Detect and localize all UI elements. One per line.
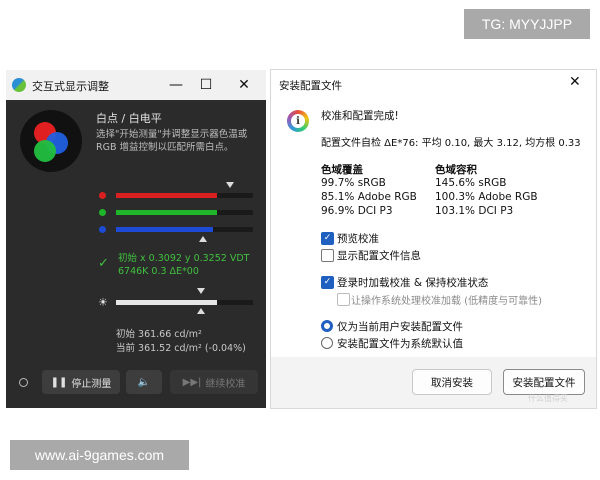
red-target-marker-icon xyxy=(226,182,234,188)
app-logo-icon xyxy=(12,78,26,92)
skip-forward-icon: ▶▶| xyxy=(182,376,202,388)
brightness-target-marker-icon xyxy=(197,288,205,294)
brightness-slider[interactable] xyxy=(116,300,253,305)
result-line-2: 6746K 0.3 ΔE*00 xyxy=(118,266,199,277)
gamut-coverage-row: 85.1% Adobe RGB xyxy=(321,191,417,203)
indicator-circle-icon xyxy=(19,378,28,387)
bottom-toolbar: ❚❚ 停止测量 🔈 ▶▶| 继续校准 xyxy=(12,368,262,398)
green-gain-fill xyxy=(116,210,218,215)
result-line-1: 初始 x 0.3092 y 0.3252 VDT xyxy=(118,253,250,264)
luminance-initial: 初始 361.66 cd/m² xyxy=(116,329,202,340)
rgb-bulb-icon xyxy=(20,110,82,172)
blue-gain-fill xyxy=(116,227,214,232)
system-default-radio[interactable] xyxy=(321,337,333,349)
blue-gain-slider[interactable] xyxy=(116,227,253,232)
measurement-result: 初始 x 0.3092 y 0.3252 VDT 6746K 0.3 ΔE*00 xyxy=(118,252,268,278)
brightness-current-marker-icon xyxy=(197,308,205,314)
load-on-login-checkbox[interactable]: ✓ xyxy=(321,276,334,289)
load-on-login-label: 登录时加载校准 & 保持校准状态 xyxy=(337,277,489,289)
minimize-button[interactable]: — xyxy=(166,75,186,95)
red-channel-dot-icon xyxy=(99,192,106,199)
gamut-volume-row: 100.3% Adobe RGB xyxy=(435,191,538,203)
luminance-readout: 初始 361.66 cd/m² 当前 361.52 cd/m² (-0.04%) xyxy=(116,328,246,356)
install-profile-dialog: 安装配置文件 ✕ i 校准和配置完成! 配置文件自检 ΔE*76: 平均 0.1… xyxy=(271,70,596,408)
current-user-radio[interactable] xyxy=(321,320,333,332)
stop-measure-button[interactable]: ❚❚ 停止测量 xyxy=(42,370,120,394)
sound-button[interactable]: 🔈 xyxy=(126,370,162,394)
check-icon: ✓ xyxy=(98,256,109,271)
cancel-install-button[interactable]: 取消安装 xyxy=(412,369,492,395)
dialog-title: 安装配置文件 xyxy=(279,80,342,92)
continue-calibration-button[interactable]: ▶▶| 继续校准 xyxy=(170,370,258,394)
brightness-fill xyxy=(116,300,218,305)
watermark-bottom: www.ai-9games.com xyxy=(10,440,189,470)
red-gain-fill xyxy=(116,193,218,198)
section-title: 白点 / 白电平 xyxy=(96,112,162,125)
close-button[interactable]: ✕ xyxy=(234,75,254,95)
current-user-label: 仅为当前用户安装配置文件 xyxy=(337,321,463,333)
gamut-coverage-header: 色域覆盖 xyxy=(321,164,363,176)
preview-calibration-checkbox[interactable]: ✓ xyxy=(321,232,334,245)
watermark-top: TG: MYYJJPP xyxy=(464,9,590,39)
window-title: 交互式显示调整 xyxy=(32,80,109,93)
preview-calibration-label: 预览校准 xyxy=(337,233,379,245)
green-gain-slider[interactable] xyxy=(116,210,253,215)
show-profile-info-checkbox[interactable] xyxy=(321,249,334,262)
speaker-icon: 🔈 xyxy=(137,376,151,388)
green-channel-dot-icon xyxy=(99,209,106,216)
show-profile-info-label: 显示配置文件信息 xyxy=(337,250,421,262)
maximize-button[interactable]: ☐ xyxy=(196,75,216,95)
blue-channel-dot-icon xyxy=(99,226,106,233)
source-credit: 什么值得买 xyxy=(528,394,568,403)
profile-self-check: 配置文件自检 ΔE*76: 平均 0.10, 最大 3.12, 均方根 0.33 xyxy=(321,138,581,149)
stop-measure-label: 停止测量 xyxy=(71,378,112,390)
dialog-title-bar: 安装配置文件 ✕ xyxy=(271,70,596,98)
continue-calibration-label: 继续校准 xyxy=(205,378,246,390)
install-profile-button[interactable]: 安装配置文件 xyxy=(503,369,585,395)
display-adjust-window: 交互式显示调整 — ☐ ✕ 白点 / 白电平 选择"开始测量"并调整显示器色温或… xyxy=(6,70,266,408)
info-icon: i xyxy=(287,110,309,132)
os-handle-loading-checkbox[interactable] xyxy=(337,293,350,306)
gamut-coverage-row: 96.9% DCI P3 xyxy=(321,205,393,217)
red-gain-slider[interactable] xyxy=(116,193,253,198)
system-default-label: 安装配置文件为系统默认值 xyxy=(337,338,463,350)
luminance-current: 当前 361.52 cd/m² (-0.04%) xyxy=(116,343,246,354)
title-bar: 交互式显示调整 — ☐ ✕ xyxy=(6,70,266,100)
brightness-icon: ☀ xyxy=(98,296,108,309)
pause-icon: ❚❚ xyxy=(50,376,68,388)
gamut-volume-row: 103.1% DCI P3 xyxy=(435,205,514,217)
blue-target-marker-icon xyxy=(199,236,207,242)
completion-heading: 校准和配置完成! xyxy=(321,110,399,122)
gamut-coverage-list: 99.7% sRGB 85.1% Adobe RGB 96.9% DCI P3 xyxy=(321,176,417,218)
gamut-volume-header: 色域容积 xyxy=(435,164,477,176)
gamut-volume-row: 145.6% sRGB xyxy=(435,177,507,189)
section-description: 选择"开始测量"并调整显示器色温或RGB 增益控制以匹配所需白点。 xyxy=(96,129,248,153)
os-handle-loading-label: 让操作系统处理校准加载 (低精度与可靠性) xyxy=(351,296,542,307)
dialog-close-button[interactable]: ✕ xyxy=(569,74,581,90)
gamut-coverage-row: 99.7% sRGB xyxy=(321,177,386,189)
gamut-volume-list: 145.6% sRGB 100.3% Adobe RGB 103.1% DCI … xyxy=(435,176,538,218)
green-dot-icon xyxy=(34,140,56,162)
